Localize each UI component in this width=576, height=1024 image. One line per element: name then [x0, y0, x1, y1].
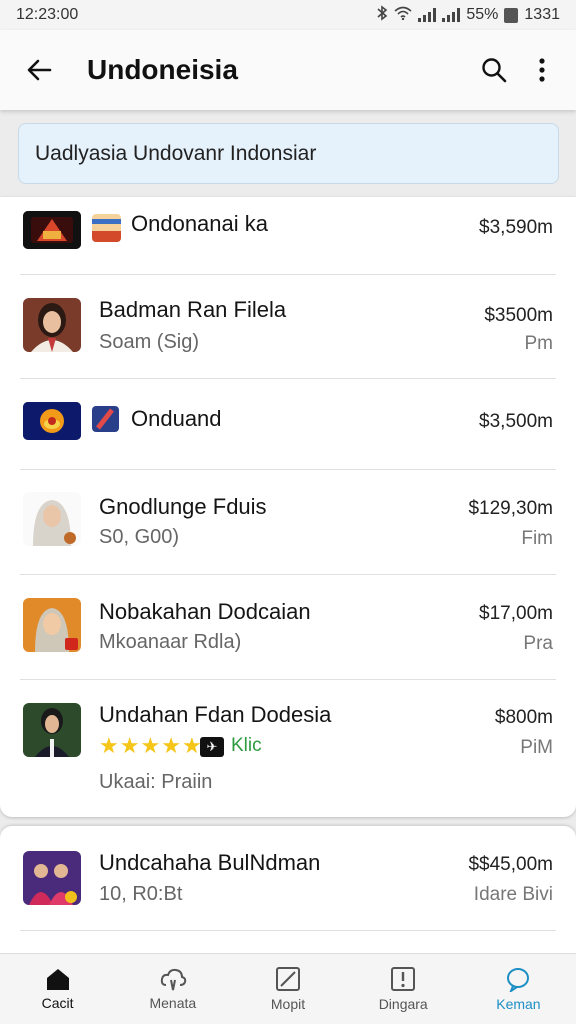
- list-item[interactable]: Onduand $3,500m: [0, 379, 576, 469]
- item-title: Undahan Fdan Dodesia: [99, 702, 332, 727]
- nav-label: Menata: [149, 995, 197, 1011]
- signal-icon: [418, 8, 437, 22]
- results-list-2: Undcahaha BulNdman 10, R0:Bt $$45,00m Id…: [0, 826, 576, 956]
- star-icon: ★: [181, 733, 202, 758]
- item-thumbnail: [23, 211, 81, 249]
- edit-square-icon: [276, 967, 300, 991]
- item-price: $3,500m: [479, 411, 553, 432]
- item-price: $800m: [494, 707, 553, 728]
- item-subtitle: Soam (Sig): [99, 331, 200, 353]
- item-unit: PiM: [520, 737, 553, 758]
- bluetooth-icon: [376, 4, 388, 26]
- item-price: $3500m: [484, 305, 553, 326]
- item-price: $17,00m: [479, 603, 553, 624]
- star-icon: ★: [119, 733, 140, 758]
- nav-label: Cacit: [41, 995, 74, 1011]
- item-badge: Klic: [231, 735, 262, 756]
- search-icon: [482, 58, 507, 83]
- item-title: Undcahaha BulNdman: [99, 850, 321, 875]
- item-subtitle: S0, G00): [99, 526, 180, 548]
- wifi-icon: [394, 6, 412, 25]
- divider: [20, 930, 556, 931]
- alert-box-icon: [391, 967, 416, 991]
- item-thumbnail: [23, 851, 81, 905]
- status-bar: 12:23:00 55% 1331: [0, 0, 576, 30]
- nav-item-dingara[interactable]: Dingara: [346, 954, 461, 1024]
- item-title: Ondonanai ka: [131, 211, 268, 236]
- star-icon: ★: [140, 733, 161, 758]
- list-item[interactable]: Nobakahan Dodcaian Mkoanaar Rdla) $17,00…: [0, 575, 576, 679]
- item-thumbnail: [23, 402, 81, 440]
- item-thumbnail: [23, 703, 81, 757]
- item-price: $3,590m: [479, 217, 553, 238]
- item-subtitle: Ukaai: Praiin: [99, 771, 213, 793]
- results-list: Ondonanai ka $3,590m Badman Ran Filela S…: [0, 197, 576, 817]
- item-mini-icon: [92, 214, 121, 242]
- status-icons: 55% 1331: [376, 4, 560, 26]
- more-options-button[interactable]: [518, 46, 566, 94]
- list-item[interactable]: Undahan Fdan Dodesia ★ ★ ★ ★ ★ ✈ Klic Ukaai:…: [0, 680, 576, 815]
- arrow-left-icon: [27, 59, 52, 81]
- app-bar: Undoneisia: [0, 30, 576, 110]
- item-title: Onduand: [131, 406, 222, 431]
- item-subtitle: 10, R0:Bt: [99, 883, 183, 905]
- item-thumbnail: [23, 298, 81, 352]
- item-mini-icon: [92, 406, 119, 432]
- item-unit: Pm: [524, 333, 554, 354]
- item-title: Badman Ran Filela: [99, 297, 287, 322]
- item-title: Nobakahan Dodcaian: [99, 599, 311, 624]
- item-price: $129,30m: [468, 498, 553, 519]
- list-item[interactable]: Gnodlunge Fduis S0, G00) $129,30m Fim: [0, 470, 576, 574]
- more-vert-icon: [539, 58, 545, 82]
- search-button[interactable]: [470, 46, 518, 94]
- item-thumbnail: [23, 492, 81, 546]
- search-banner[interactable]: Uadlyasia Undovanr Indonsiar: [18, 123, 559, 184]
- rating-stars: ★ ★ ★ ★ ★: [99, 733, 202, 759]
- item-price: $$45,00m: [468, 854, 553, 875]
- status-time: 12:23:00: [16, 6, 79, 23]
- page-title: Undoneisia: [87, 54, 238, 85]
- chat-icon: [507, 968, 530, 992]
- item-thumbnail: [23, 598, 81, 652]
- star-icon: ★: [99, 733, 119, 758]
- item-unit: Pra: [523, 633, 553, 654]
- status-right-time: 1331: [524, 6, 560, 23]
- item-unit: Fim: [521, 528, 553, 549]
- sparkle-icon: ✈: [200, 737, 224, 757]
- item-subtitle: Mkoanaar Rdla): [99, 631, 242, 653]
- nav-label: Mopit: [270, 996, 306, 1012]
- nav-item-mopit[interactable]: Mopit: [230, 954, 345, 1024]
- battery-percent: 55%: [466, 6, 499, 23]
- nav-label: Keman: [496, 996, 541, 1012]
- nav-item-keman[interactable]: Keman: [461, 954, 576, 1024]
- signal-icon-2: [442, 8, 461, 22]
- nav-item-home[interactable]: Cacit: [0, 954, 115, 1024]
- nav-item-menata[interactable]: Menata: [115, 954, 230, 1024]
- nav-label: Dingara: [378, 996, 428, 1012]
- battery-icon: [504, 7, 519, 23]
- home-icon: [46, 969, 69, 990]
- list-item[interactable]: Undcahaha BulNdman 10, R0:Bt $$45,00m Id…: [0, 826, 576, 930]
- search-banner-text: Uadlyasia Undovanr Indonsiar: [35, 141, 317, 165]
- cloud-icon: [160, 968, 186, 991]
- list-item[interactable]: Ondonanai ka $3,590m: [0, 197, 576, 274]
- item-unit: Idare Bivi: [473, 884, 553, 905]
- back-button[interactable]: [11, 42, 67, 98]
- bottom-nav: Cacit Menata Mopit Dingara Keman: [0, 953, 576, 1024]
- item-title: Gnodlunge Fduis: [99, 494, 267, 519]
- star-icon: ★: [161, 733, 181, 758]
- list-item[interactable]: Badman Ran Filela Soam (Sig) $3500m Pm: [0, 275, 576, 378]
